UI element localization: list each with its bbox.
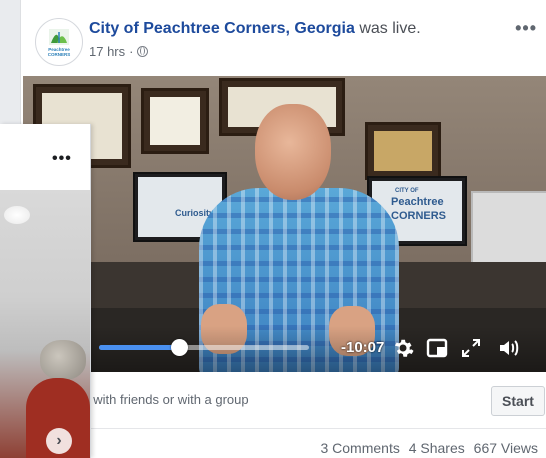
picture-in-picture-icon[interactable] bbox=[425, 336, 449, 360]
avatar-logo-text-top: Peachtree bbox=[48, 46, 70, 52]
video-controls: -10:07 bbox=[23, 326, 546, 372]
meta-separator: · bbox=[129, 44, 134, 59]
page-name-link[interactable]: City of Peachtree Corners, Georgia bbox=[89, 20, 355, 37]
fullscreen-icon[interactable] bbox=[459, 336, 483, 360]
shares-count[interactable]: 4 Shares bbox=[409, 440, 465, 456]
live-status-text: was live. bbox=[359, 20, 421, 37]
avatar-logo-text: Peachtree CORNERS bbox=[48, 47, 71, 57]
watch-party-start-button[interactable]: Start bbox=[491, 386, 545, 416]
progress-fill bbox=[99, 345, 179, 350]
video-player[interactable]: Curiosity CITY OF Peachtree CORNERS -10:… bbox=[23, 76, 546, 372]
chevron-right-icon: › bbox=[56, 432, 62, 449]
ceiling-light bbox=[4, 206, 30, 224]
overlapping-post-card: ••• bbox=[0, 124, 91, 458]
volume-icon[interactable] bbox=[497, 336, 521, 360]
progress-scrubber[interactable] bbox=[170, 339, 188, 356]
speaker-head bbox=[255, 104, 331, 200]
more-horizontal-icon: ••• bbox=[52, 150, 72, 167]
post-meta: 17 hrs · bbox=[89, 44, 149, 59]
office-printer bbox=[471, 191, 546, 265]
avatar-logo-text-bottom: CORNERS bbox=[47, 51, 71, 57]
globe-icon[interactable] bbox=[137, 46, 149, 57]
more-horizontal-icon: ••• bbox=[515, 18, 537, 38]
progress-bar[interactable] bbox=[99, 339, 309, 356]
peachtree-logo-icon bbox=[49, 28, 69, 45]
settings-gear-icon[interactable] bbox=[391, 336, 415, 360]
side-post-options-button[interactable]: ••• bbox=[52, 150, 72, 168]
live-video-post: Peachtree CORNERS City of Peachtree Corn… bbox=[20, 0, 546, 458]
comments-count[interactable]: 3 Comments bbox=[320, 440, 399, 456]
views-count[interactable]: 667 Views bbox=[474, 440, 538, 456]
post-header: Peachtree CORNERS City of Peachtree Corn… bbox=[21, 0, 546, 76]
post-timestamp[interactable]: 17 hrs bbox=[89, 44, 125, 59]
person-hair bbox=[40, 340, 86, 380]
watch-party-bar: tch together with friends or with a grou… bbox=[21, 372, 546, 429]
time-remaining: -10:07 bbox=[341, 339, 385, 356]
engagement-stats: 3 Comments 4 Shares 667 Views bbox=[315, 440, 538, 456]
post-options-button[interactable]: ••• bbox=[515, 18, 537, 39]
page-avatar[interactable]: Peachtree CORNERS bbox=[35, 18, 83, 66]
carousel-next-button[interactable]: › bbox=[46, 428, 72, 454]
post-title-line: City of Peachtree Corners, Georgia was l… bbox=[89, 20, 421, 38]
